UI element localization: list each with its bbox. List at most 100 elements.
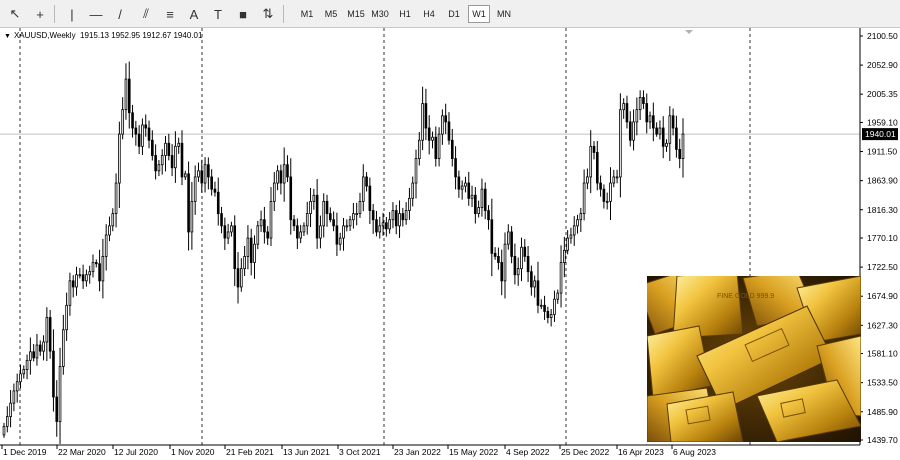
candle-body — [68, 280, 72, 306]
gold-bars-photo: FINE GOLD 999.9 — [647, 276, 861, 442]
candle-body — [500, 262, 504, 282]
toolbar-separator — [54, 5, 55, 23]
timeframe-m15-button[interactable]: M15 — [344, 5, 368, 23]
cursor-icon[interactable]: ↖ — [5, 4, 25, 24]
candle-body — [483, 188, 487, 211]
candle-body — [668, 115, 672, 144]
candle-body — [9, 402, 12, 417]
candle-body — [533, 280, 536, 288]
candle-body — [619, 109, 622, 178]
vertical-line-icon[interactable]: | — [62, 4, 82, 24]
current-price-tag: 1940.01 — [862, 128, 898, 141]
timeframe-m1-button[interactable]: M1 — [296, 5, 318, 23]
candle-body — [345, 225, 349, 228]
candle-body — [190, 200, 194, 233]
candle-body — [530, 271, 533, 288]
rectangle-icon[interactable]: ■ — [233, 4, 253, 24]
candle-body — [549, 314, 553, 318]
candle-body — [101, 256, 105, 282]
text-icon[interactable]: A — [184, 4, 204, 24]
candle-body — [286, 164, 289, 178]
candle-body — [187, 173, 190, 233]
candle-body — [497, 256, 500, 263]
candle-body — [526, 256, 530, 273]
arrows-icon[interactable]: ⇅ — [258, 4, 278, 24]
timeframe-mn-button[interactable]: MN — [492, 5, 516, 23]
candle-body — [411, 182, 415, 199]
timeframe-m30-button[interactable]: M30 — [368, 5, 392, 23]
candle-body — [104, 234, 108, 257]
candle-body — [371, 210, 375, 221]
horizontal-line-icon[interactable]: — — [86, 4, 106, 24]
price-label: 1722.50 — [867, 262, 898, 272]
candle-body — [236, 268, 240, 288]
candle-body — [444, 115, 447, 123]
time-label: 16 Apr 2023 — [618, 447, 664, 457]
candle-body — [88, 271, 92, 276]
price-label: 2100.50 — [867, 31, 898, 41]
candle-body — [42, 341, 45, 352]
price-label: 1863.90 — [867, 176, 898, 186]
candle-body — [329, 213, 332, 221]
timeframe-w1-button[interactable]: W1 — [468, 5, 490, 23]
candle-body — [299, 231, 302, 239]
candle-body — [513, 256, 517, 276]
candle-body — [645, 103, 649, 123]
candle-body — [506, 231, 510, 245]
fibonacci-icon[interactable]: ≡ — [160, 4, 180, 24]
candle-body — [233, 225, 237, 270]
candle-body — [220, 213, 223, 227]
candle-body — [652, 115, 655, 129]
candle-body — [134, 127, 138, 135]
candle-body — [335, 225, 339, 245]
candle-body — [385, 222, 388, 230]
text-label-icon[interactable]: T — [208, 4, 228, 24]
candle-body — [338, 237, 342, 245]
candle-body — [628, 121, 632, 141]
candle-body — [296, 225, 299, 239]
candle-body — [91, 262, 95, 273]
candle-body — [193, 176, 197, 202]
time-label: 15 May 2022 — [449, 447, 498, 457]
candle-body — [213, 188, 217, 193]
candle-body — [282, 164, 286, 184]
candles — [2, 61, 685, 444]
candle-body — [394, 210, 398, 227]
candle-body — [263, 219, 266, 233]
candle-body — [589, 145, 593, 178]
candle-body — [543, 304, 546, 312]
candle-body — [289, 176, 293, 221]
candle-body — [151, 139, 154, 156]
candle-body — [160, 155, 164, 166]
candle-body — [180, 142, 184, 178]
current-price-label: 1940.01 — [865, 129, 896, 139]
candle-body — [15, 381, 19, 392]
candle-body — [599, 182, 602, 190]
time-label: 21 Feb 2021 — [226, 447, 274, 457]
time-label: 12 Jul 2020 — [114, 447, 158, 457]
candle-body — [45, 317, 49, 343]
candle-body — [424, 103, 428, 129]
price-label: 1816.30 — [867, 205, 898, 215]
candle-body — [563, 249, 566, 263]
candle-body — [127, 78, 131, 114]
timeframe-h1-button[interactable]: H1 — [394, 5, 416, 23]
candle-body — [325, 200, 329, 215]
crosshair-icon[interactable]: + — [30, 4, 50, 24]
timeframe-d1-button[interactable]: D1 — [443, 5, 465, 23]
candle-body — [144, 124, 148, 129]
time-label: 25 Dec 2022 — [561, 447, 609, 457]
channel-icon[interactable]: ⫽ — [136, 4, 156, 24]
price-label: 1674.90 — [867, 291, 898, 301]
timeframe-h4-button[interactable]: H4 — [418, 5, 440, 23]
candle-body — [358, 200, 362, 215]
bar-inscription: FINE GOLD 999.9 — [717, 293, 774, 300]
trendline-icon[interactable]: / — [110, 4, 130, 24]
chart-shift-marker-icon[interactable] — [685, 30, 693, 34]
candle-body — [431, 136, 434, 141]
candle-body — [183, 173, 187, 178]
candle-body — [661, 127, 665, 147]
price-label: 1627.30 — [867, 320, 898, 330]
candle-body — [536, 280, 540, 306]
timeframe-m5-button[interactable]: M5 — [320, 5, 342, 23]
